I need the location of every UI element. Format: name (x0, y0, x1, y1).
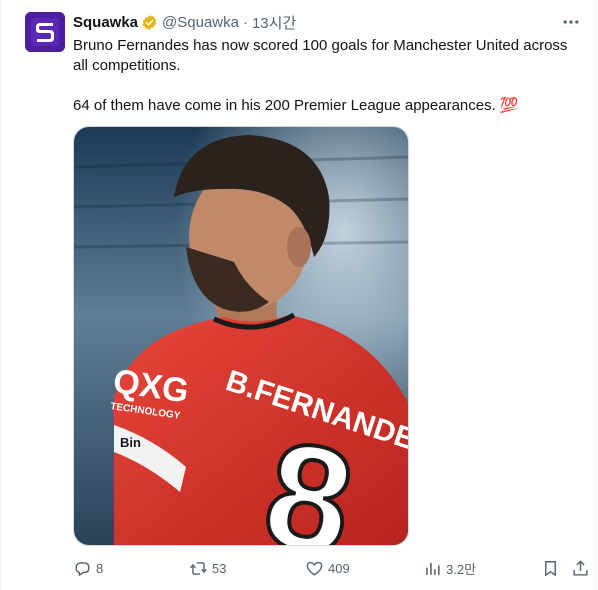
author-handle[interactable]: @Squawka (162, 14, 239, 31)
analytics-icon (426, 562, 440, 575)
tweet-card[interactable]: Squawka @Squawka · 13시간 Bruno Fernandes … (0, 0, 596, 590)
verified-badge-icon (142, 14, 157, 30)
timestamp[interactable]: 13시간 (252, 12, 296, 33)
views-count: 3.2만 (446, 561, 477, 577)
author-name[interactable]: Squawka (73, 14, 138, 31)
retweet-button[interactable]: 53 (189, 556, 226, 580)
tweet-text: Bruno Fernandes has now scored 100 goals… (73, 36, 585, 116)
separator-dot: · (242, 13, 248, 31)
tweet-actions: 8 53 409 3.2만 (73, 556, 593, 580)
tweet-text-line-1: Bruno Fernandes has now scored 100 goals… (73, 37, 568, 74)
like-button[interactable]: 409 (305, 556, 350, 580)
armband-text: Bin (120, 435, 141, 450)
avatar[interactable] (25, 12, 65, 52)
bookmark-icon (545, 560, 556, 576)
retweet-count: 53 (212, 560, 227, 576)
views-button[interactable]: 3.2만 (423, 556, 476, 580)
tweet-photo[interactable]: Bin QXG TECHNOLOGY B.FERNANDES 8 (73, 126, 409, 546)
squawka-logo-icon (25, 12, 65, 52)
reply-icon (75, 561, 90, 576)
bookmark-button[interactable] (541, 556, 560, 580)
like-count: 409 (328, 560, 350, 576)
more-options-icon[interactable] (561, 12, 581, 32)
reply-count: 8 (96, 560, 104, 576)
reply-button[interactable]: 8 (73, 556, 103, 580)
tweet-header: Squawka @Squawka · 13시간 (73, 12, 296, 32)
share-button[interactable] (571, 556, 590, 580)
tweet-text-line-2: 64 of them have come in his 200 Premier … (73, 97, 519, 114)
heart-icon (306, 561, 323, 576)
player-photo-illustration: Bin QXG TECHNOLOGY B.FERNANDES 8 (74, 127, 408, 545)
share-icon (573, 559, 588, 576)
retweet-icon (190, 561, 207, 575)
